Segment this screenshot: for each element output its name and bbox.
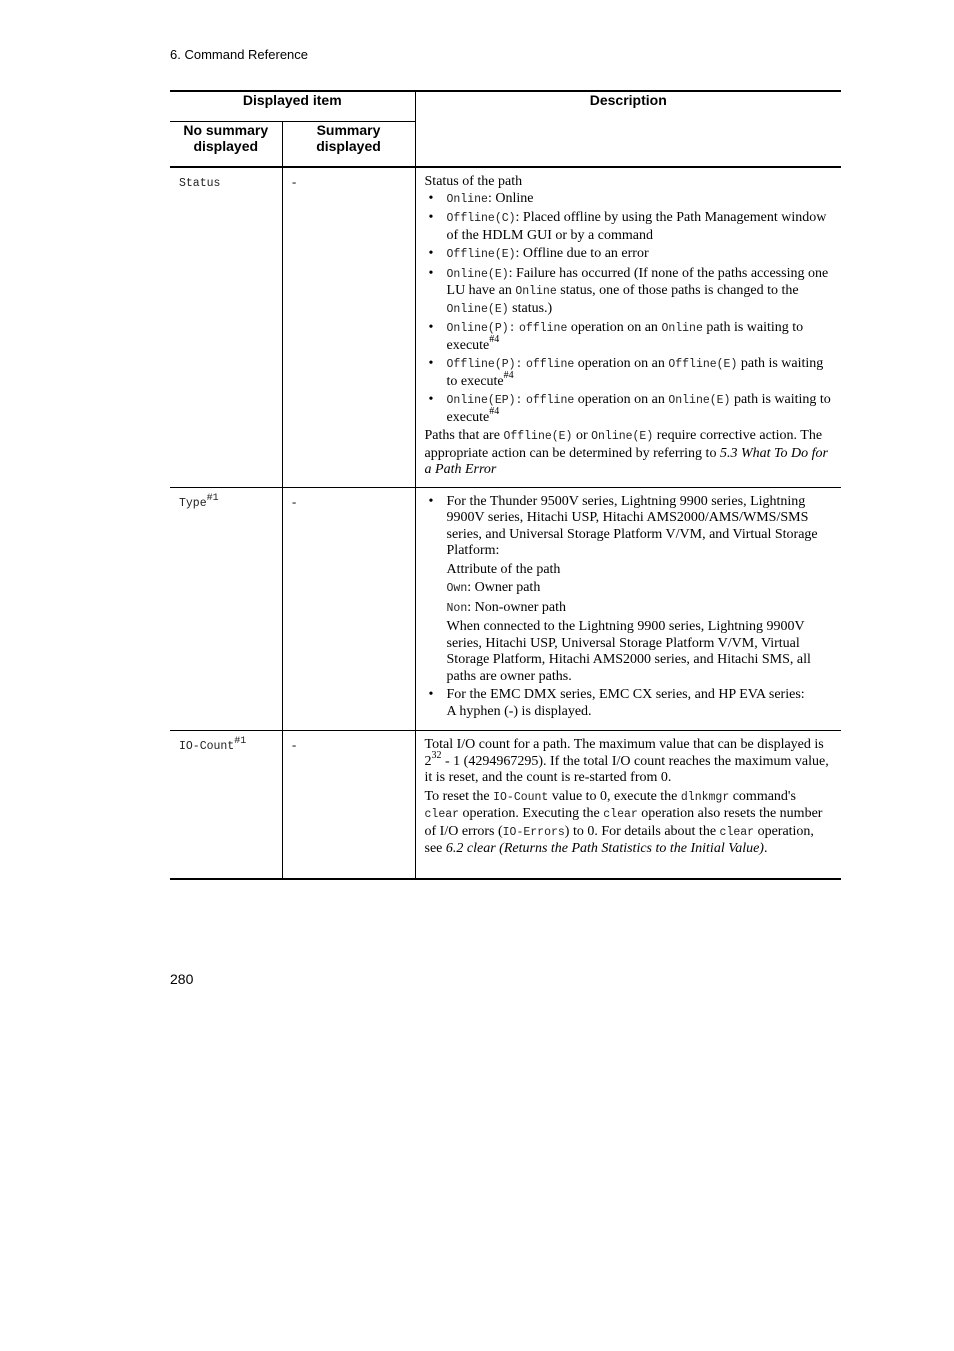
item-name: Status [170, 166, 283, 487]
page-number: 280 [170, 971, 194, 987]
header-no-summary: No summary displayed [170, 120, 283, 167]
status-list: Online: Online Offline(C): Placed offlin… [425, 191, 831, 427]
header-description: Description [414, 90, 841, 167]
running-header: 6. Command Reference [170, 47, 309, 62]
table-row: IO-Count#1 - Total I/O count for a path.… [170, 730, 841, 880]
table-row: Status - Status of the path Online: Onli… [170, 166, 841, 487]
list-item: For the EMC DMX series, EMC CX series, a… [425, 687, 831, 720]
list-item: Online(E): Failure has occurred (If none… [425, 266, 831, 319]
table-row: Type#1 - For the Thunder 9500V series, L… [170, 486, 841, 731]
list-item: Offline(C): Placed offline by using the … [425, 210, 831, 244]
list-item: Offline(P): offline operation on an Offl… [425, 356, 831, 390]
description-cell: For the Thunder 9500V series, Lightning … [414, 486, 841, 731]
list-item: Online(P): offline operation on an Onlin… [425, 320, 831, 354]
summary-value: - [281, 166, 416, 487]
reset-note: To reset the IO-Count value to 0, execut… [424, 788, 823, 857]
list-item: Online: Online [425, 191, 831, 209]
summary-value: - [281, 486, 416, 731]
list-item: Online(EP): offline operation on an Onli… [425, 392, 831, 426]
summary-value: - [281, 730, 416, 880]
header-displayed-item: Displayed item [170, 90, 416, 121]
list-item: Offline(E): Offline due to an error [425, 246, 831, 264]
item-name: Type#1 [170, 486, 283, 731]
description-cell: Total I/O count for a path. The maximum … [414, 730, 841, 880]
max-value-note: Total I/O count for a path. The maximum … [424, 737, 829, 785]
description-cell: Status of the path Online: Online Offlin… [414, 166, 841, 487]
corrective-note: Paths that are Offline(E) or Online(E) r… [424, 428, 828, 477]
header-summary: Summary displayed [281, 120, 416, 167]
cross-reference-link[interactable]: 6.2 clear (Returns the Path Statistics t… [446, 841, 764, 856]
displayed-items-table: Displayed item Description No summary di… [170, 90, 841, 880]
list-item: For the Thunder 9500V series, Lightning … [425, 494, 831, 686]
item-name: IO-Count#1 [170, 730, 283, 880]
